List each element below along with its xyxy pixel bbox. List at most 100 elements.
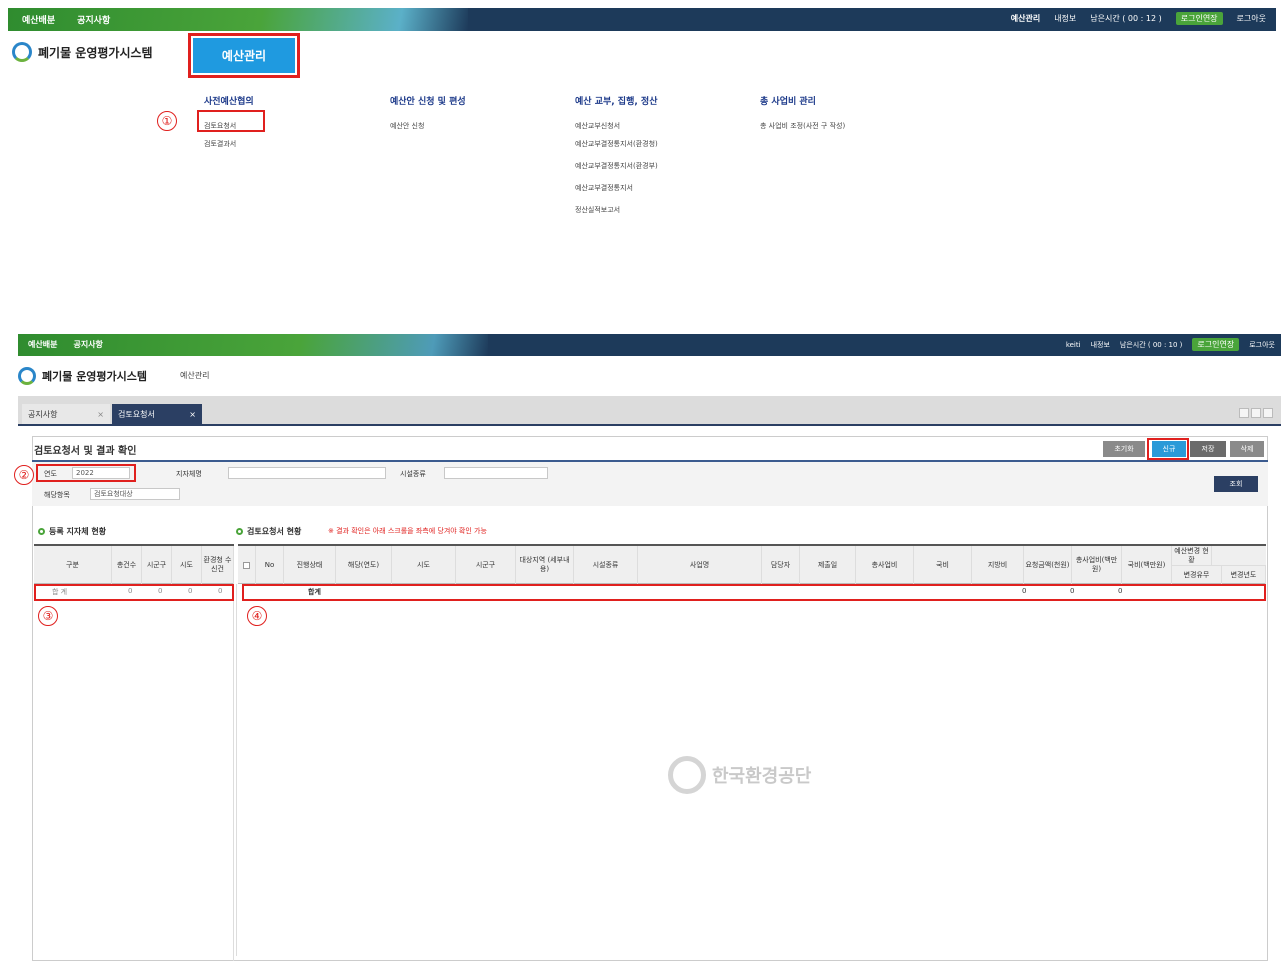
- org-label: 지자체명: [176, 470, 202, 478]
- right-section-title: 검토요청서 현황: [236, 526, 301, 537]
- col-header: 변경유무: [1172, 565, 1222, 584]
- logout-button[interactable]: 로그아웃: [1237, 13, 1266, 24]
- bullet-icon: [38, 528, 45, 535]
- left-table-body: 합 계 0 0 0 0: [34, 584, 234, 961]
- menu-item-alloc-2[interactable]: 예산교부결정통지서(환경청): [575, 139, 658, 161]
- col-header: 해당(연도): [336, 546, 392, 584]
- select-all-checkbox[interactable]: [238, 546, 256, 584]
- marker-2: ②: [14, 465, 34, 485]
- menu-heading: 총 사업비 관리: [760, 97, 816, 107]
- my-info-link[interactable]: 내정보: [1054, 13, 1076, 24]
- app-logo[interactable]: 폐기물 운영평가시스템: [12, 42, 153, 62]
- highlight-box-4: [242, 584, 1266, 601]
- nav-budget[interactable]: 예산배분: [28, 339, 57, 350]
- menu-heading: 예산안 신청 및 편성: [390, 97, 466, 107]
- col-header: 제출일: [800, 546, 856, 584]
- tab-bar: 공지사항 × 검토요청서 ×: [18, 396, 1281, 426]
- col-header: 시도: [172, 546, 202, 584]
- col-header: 시군구: [456, 546, 516, 584]
- highlight-box-3: [34, 584, 234, 601]
- logo-text: 폐기물 운영평가시스템: [42, 370, 148, 383]
- menu-item-alloc-4[interactable]: 예산교부결정통지서: [575, 183, 658, 205]
- user-id: keiti: [1065, 340, 1081, 349]
- save-button[interactable]: 저장: [1190, 441, 1226, 457]
- watermark: 한국환경공단: [668, 756, 811, 794]
- type-label: 시설종류: [400, 470, 426, 478]
- col-header: 지방비: [972, 546, 1024, 584]
- col-header: 구분: [34, 546, 112, 584]
- highlight-box-5: [1147, 438, 1189, 460]
- col-header: 총사업비(백만원): [1072, 546, 1122, 584]
- col-header: 대상지역 (세부내용): [516, 546, 574, 584]
- close-tab-icon[interactable]: ×: [189, 410, 196, 419]
- bottom-header-bar: 예산배분 공지사항 keiti 내정보 남은시간 ( 00 : 10 ) 로그인…: [18, 334, 1281, 356]
- tab-notice[interactable]: 공지사항 ×: [22, 404, 110, 424]
- menu-item-total-cost[interactable]: 총 사업비 조정(사전 구 작성): [760, 117, 845, 139]
- search-button[interactable]: 조회: [1214, 476, 1258, 492]
- session-timer: 남은시간 ( 00 : 12 ): [1090, 14, 1162, 23]
- highlight-box-2: [36, 464, 136, 482]
- col-header: 국비(백만원): [1122, 546, 1172, 584]
- col-header: 변경년도: [1222, 565, 1266, 584]
- my-info-link[interactable]: 내정보: [1091, 340, 1110, 350]
- col-header: 담당자: [762, 546, 800, 584]
- org-input[interactable]: [228, 467, 386, 479]
- breadcrumb[interactable]: 예산관리: [180, 370, 209, 381]
- status-label: 해당항목: [44, 491, 70, 499]
- marker-3: ③: [38, 606, 58, 626]
- tab-next-icon[interactable]: [1251, 408, 1261, 418]
- highlight-box-1: [197, 110, 265, 132]
- menu-item-alloc-3[interactable]: 예산교부결정통지서(환경부): [575, 161, 658, 183]
- extend-login-button[interactable]: 로그인연장: [1175, 12, 1223, 25]
- extend-login-button[interactable]: 로그인연장: [1192, 338, 1240, 351]
- bullet-icon: [236, 528, 243, 535]
- col-header: 시군구: [142, 546, 172, 584]
- budget-management-menu[interactable]: 예산관리: [193, 38, 295, 73]
- session-timer: 남은시간 ( 00 : 10 ): [1119, 340, 1183, 349]
- nav-notice[interactable]: 공지사항: [73, 339, 102, 350]
- col-header: 시설종류: [574, 546, 638, 584]
- marker-4: ④: [247, 606, 267, 626]
- tab-prev-icon[interactable]: [1239, 408, 1249, 418]
- left-section-title: 등록 지자체 현황: [38, 526, 106, 537]
- col-header: 시도: [392, 546, 456, 584]
- menu-item-alloc-1[interactable]: 예산교부신청서: [575, 117, 658, 139]
- menu-heading: 사전예산협의: [204, 97, 254, 107]
- menu-heading: 예산 교부, 집행, 정산: [575, 97, 658, 107]
- app-logo[interactable]: 폐기물 운영평가시스템: [18, 367, 147, 385]
- tab-review-request[interactable]: 검토요청서 ×: [112, 404, 202, 424]
- col-header-group: 예산변경 현황: [1172, 546, 1212, 565]
- logo-icon: [18, 367, 36, 385]
- type-select[interactable]: [444, 467, 548, 479]
- grid-divider: [236, 584, 237, 956]
- menu-col-budget-request: 예산안 신청 및 편성 예산안 신청: [390, 94, 466, 139]
- logout-button[interactable]: 로그아웃: [1249, 340, 1275, 350]
- reset-button[interactable]: 초기화: [1103, 441, 1145, 457]
- logo-text: 폐기물 운영평가시스템: [38, 45, 153, 60]
- top-header-bar: 예산배분 공지사항 예산관리 내정보 남은시간 ( 00 : 12 ) 로그인연…: [8, 8, 1276, 31]
- nav-notice[interactable]: 공지사항: [77, 13, 110, 26]
- col-header: 진행상태: [284, 546, 336, 584]
- menu-item-alloc-5[interactable]: 정산실적보고서: [575, 205, 658, 227]
- budget-menu-highlight: 예산관리: [188, 33, 300, 78]
- marker-1: ①: [157, 111, 177, 131]
- watermark-logo-icon: [668, 756, 706, 794]
- tab-close-all-icon[interactable]: [1263, 408, 1273, 418]
- menu-col-total-cost: 총 사업비 관리 총 사업비 조정(사전 구 작성): [760, 94, 845, 139]
- logo-icon: [12, 42, 32, 62]
- col-header: No: [256, 546, 284, 584]
- filter-area: [32, 460, 1268, 506]
- col-header: 환경청 수신건: [202, 546, 234, 584]
- col-header: 요청금액(천원): [1024, 546, 1072, 584]
- nav-budget[interactable]: 예산배분: [22, 13, 55, 26]
- menu-item-budget-request[interactable]: 예산안 신청: [390, 117, 466, 139]
- delete-button[interactable]: 삭제: [1230, 441, 1264, 457]
- menu-col-allocation: 예산 교부, 집행, 정산 예산교부신청서 예산교부결정통지서(환경청) 예산교…: [575, 94, 658, 227]
- col-header: 국비: [914, 546, 972, 584]
- col-header: 총건수: [112, 546, 142, 584]
- header-budget-link[interactable]: 예산관리: [1011, 13, 1040, 24]
- menu-item-review-result[interactable]: 검토결과서: [204, 139, 254, 161]
- page-title: 검토요청서 및 결과 확인: [34, 446, 137, 457]
- col-header: 사업명: [638, 546, 762, 584]
- status-select[interactable]: 검토요청대상: [90, 488, 180, 500]
